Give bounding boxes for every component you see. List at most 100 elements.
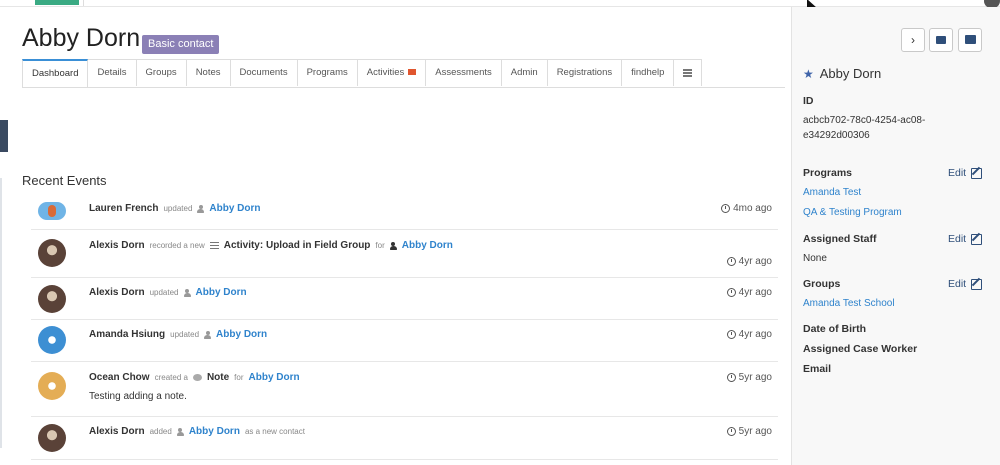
edit-icon <box>971 167 983 179</box>
contact-type-badge: Basic contact <box>142 35 220 54</box>
next-button[interactable]: › <box>901 28 925 52</box>
event-target-link[interactable]: Abby Dorn <box>402 240 453 251</box>
event-time-label: 5yr ago <box>738 426 772 437</box>
program-link[interactable]: QA & Testing Program <box>803 207 902 218</box>
tab-programs[interactable]: Programs <box>297 59 358 86</box>
tab-findhelp[interactable]: findhelp <box>622 59 675 86</box>
user-icon <box>197 204 205 213</box>
clock-icon <box>726 373 736 382</box>
alexis-avatar <box>38 239 66 267</box>
tab-registrations[interactable]: Registrations <box>547 59 623 86</box>
tab-more[interactable] <box>674 59 703 86</box>
event-time: 4yr ago <box>726 256 772 267</box>
event-for-label: for <box>234 373 244 382</box>
event-suffix: as a new contact <box>244 427 305 436</box>
ocean-avatar <box>38 372 66 400</box>
amanda-avatar <box>38 326 66 354</box>
user-icon <box>389 241 397 250</box>
archive-icon <box>964 35 976 44</box>
activity-icon <box>209 242 219 249</box>
top-navigation-bar <box>0 0 1000 7</box>
contact-sidebar: › ★ Abby Dorn ID acbcb702-78c0-4254-ac08-… <box>791 7 1000 465</box>
event-item: Alexis Dorn recorded a new Activity: Upl… <box>31 230 778 278</box>
event-target-link[interactable]: Abby Dorn <box>249 372 300 383</box>
program-link[interactable]: Amanda Test <box>803 187 861 198</box>
edit-staff-button[interactable]: Edit <box>948 233 983 245</box>
event-time-label: 4yr ago <box>738 287 772 298</box>
event-time: 4yr ago <box>726 329 772 340</box>
tab-dashboard[interactable]: Dashboard <box>22 59 89 87</box>
alexis-avatar <box>38 285 66 313</box>
alexis-avatar <box>38 424 66 452</box>
clock-icon <box>726 427 736 436</box>
active-nav-indicator <box>35 0 79 5</box>
tab-activities-label: Activities <box>366 67 405 78</box>
event-item: Ocean Chow created a Note for Abby Dorn … <box>31 362 778 417</box>
event-actor: Ocean Chow <box>89 372 150 383</box>
event-time-label: 4yr ago <box>738 329 772 340</box>
event-text: Alexis Dorn updated Abby Dorn <box>89 287 247 298</box>
event-text: Amanda Hsiung updated Abby Dorn <box>89 329 267 340</box>
tab-activities[interactable]: Activities <box>357 59 427 86</box>
event-item-link[interactable]: Activity: Upload in Field Group <box>224 240 371 251</box>
event-target-link[interactable]: Abby Dorn <box>189 426 240 437</box>
event-item: Amanda Hsiung updated Abby Dorn 4yr ago <box>31 320 778 362</box>
clock-icon <box>726 330 736 339</box>
edit-icon <box>971 278 983 290</box>
event-time: 5yr ago <box>726 372 772 383</box>
event-time-label: 5yr ago <box>738 372 772 383</box>
tab-documents[interactable]: Documents <box>230 59 298 86</box>
event-action: created a <box>154 373 188 382</box>
event-time: 5yr ago <box>726 426 772 437</box>
event-actor: Alexis Dorn <box>89 426 145 437</box>
contact-title: Abby Dorn <box>22 24 141 52</box>
assigned-case-worker-label: Assigned Case Worker <box>803 343 918 355</box>
tab-details[interactable]: Details <box>88 59 137 86</box>
event-for-label: for <box>375 241 385 250</box>
event-actor: Alexis Dorn <box>89 240 145 251</box>
edit-programs-label: Edit <box>948 167 967 179</box>
event-item-link[interactable]: Note <box>207 372 229 383</box>
edit-icon <box>971 233 983 245</box>
event-actor: Amanda Hsiung <box>89 329 166 340</box>
tab-notes[interactable]: Notes <box>186 59 231 86</box>
group-link[interactable]: Amanda Test School <box>803 298 895 309</box>
assigned-staff-value: None <box>803 253 827 264</box>
user-icon <box>176 427 184 436</box>
event-text: Alexis Dorn recorded a new Activity: Upl… <box>89 240 453 251</box>
event-text: Lauren French updated Abby Dorn <box>89 203 261 214</box>
hamburger-menu-icon <box>683 68 693 79</box>
edit-staff-label: Edit <box>948 233 967 245</box>
archive-button[interactable] <box>958 28 982 52</box>
event-text: Alexis Dorn added Abby Dorn as a new con… <box>89 426 305 437</box>
recent-events-title: Recent Events <box>22 173 107 188</box>
sidebar-name-text: Abby Dorn <box>819 66 882 81</box>
clock-icon <box>726 257 736 266</box>
contact-main-panel: Abby Dorn Basic contact Dashboard Detail… <box>0 7 790 465</box>
print-button[interactable] <box>929 28 953 52</box>
email-label: Email <box>803 363 832 375</box>
tab-admin[interactable]: Admin <box>501 59 548 86</box>
nav-divider <box>83 0 84 6</box>
event-target-link[interactable]: Abby Dorn <box>196 287 247 298</box>
clock-icon <box>726 288 736 297</box>
event-action: updated <box>149 288 179 297</box>
user-icon <box>183 288 191 297</box>
event-time: 4yr ago <box>726 287 772 298</box>
edit-programs-button[interactable]: Edit <box>948 167 983 179</box>
tab-assessments[interactable]: Assessments <box>426 59 502 86</box>
event-action: updated <box>163 204 193 213</box>
sidebar-contact-name: ★ Abby Dorn <box>803 66 881 81</box>
clock-icon <box>721 204 731 213</box>
event-target-link[interactable]: Abby Dorn <box>209 203 260 214</box>
event-actor: Alexis Dorn <box>89 287 145 298</box>
groups-label: Groups <box>803 278 841 290</box>
edit-groups-button[interactable]: Edit <box>948 278 983 290</box>
event-time: 4mo ago <box>721 203 772 214</box>
chevron-right-icon: › <box>911 33 915 47</box>
user-icon <box>204 330 212 339</box>
event-action: updated <box>170 330 200 339</box>
tab-groups[interactable]: Groups <box>136 59 187 86</box>
event-actor: Lauren French <box>89 203 159 214</box>
event-target-link[interactable]: Abby Dorn <box>216 329 267 340</box>
